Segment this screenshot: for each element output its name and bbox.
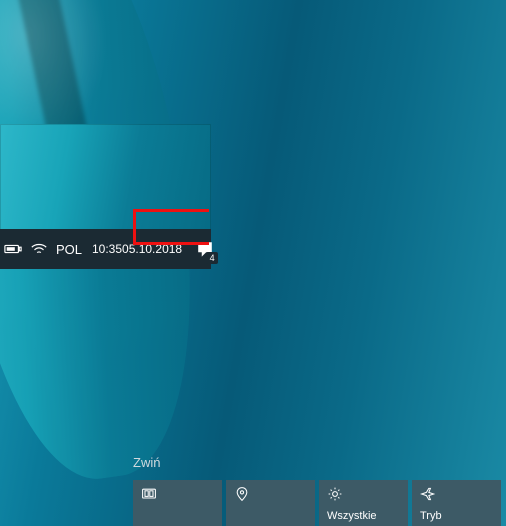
gear-icon bbox=[327, 486, 400, 505]
tile-all-settings[interactable]: Wszystkie bbox=[319, 480, 408, 526]
notification-badge: 4 bbox=[206, 252, 218, 264]
taskbar: POL 10:35 05.10.2018 4 bbox=[0, 229, 211, 269]
language-indicator[interactable]: POL bbox=[52, 229, 86, 269]
location-icon bbox=[234, 486, 307, 505]
tile-airplane-mode[interactable]: Tryb bbox=[412, 480, 501, 526]
tile-tablet-mode[interactable] bbox=[133, 480, 222, 526]
quick-actions-row: Wszystkie Tryb bbox=[133, 480, 501, 526]
clock-date: 05.10.2018 bbox=[122, 242, 182, 257]
action-center-button[interactable]: 4 bbox=[188, 229, 222, 269]
embedded-screenshot: POL 10:35 05.10.2018 4 bbox=[0, 124, 211, 269]
system-tray: POL 10:35 05.10.2018 4 bbox=[0, 229, 222, 269]
wifi-icon[interactable] bbox=[26, 229, 52, 269]
airplane-icon bbox=[420, 486, 493, 505]
tile-label: Wszystkie bbox=[327, 510, 400, 522]
battery-icon[interactable] bbox=[0, 229, 26, 269]
clock-time: 10:35 bbox=[92, 242, 122, 257]
clock[interactable]: 10:35 05.10.2018 bbox=[86, 229, 188, 269]
collapse-link[interactable]: Zwiń bbox=[133, 455, 160, 470]
tile-location[interactable] bbox=[226, 480, 315, 526]
tablet-mode-icon bbox=[141, 486, 214, 505]
tile-label: Tryb bbox=[420, 510, 493, 522]
